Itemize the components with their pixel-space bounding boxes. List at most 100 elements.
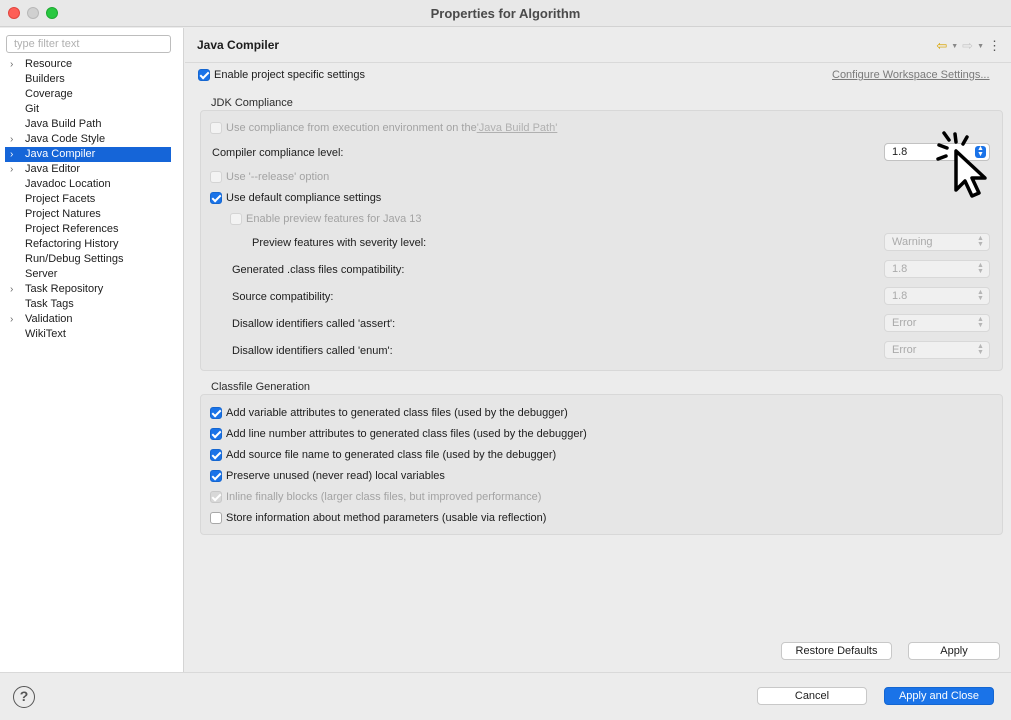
option-checkbox[interactable] (210, 449, 222, 461)
click-cursor-icon (936, 131, 987, 198)
sidebar-item[interactable]: Javadoc Location (0, 177, 184, 192)
use-release-label: Use '--release' option (226, 171, 330, 183)
chevron-right-icon[interactable]: › (10, 282, 13, 297)
use-release-row: Use '--release' option (210, 171, 329, 183)
option-checkbox[interactable] (210, 407, 222, 419)
sidebar-item-label: Java Editor (25, 163, 81, 175)
chevron-right-icon[interactable]: › (10, 162, 13, 177)
classfile-option[interactable]: Store information about method parameter… (210, 512, 546, 524)
footer-divider (0, 672, 1011, 673)
sidebar-item-label: Builders (25, 73, 65, 85)
sidebar-item-label: Javadoc Location (25, 178, 111, 190)
option-label: Add line number attributes to generated … (226, 428, 587, 440)
help-icon[interactable]: ? (13, 686, 35, 708)
compliance-level-label: Compiler compliance level: (212, 147, 344, 159)
enable-project-label: Enable project specific settings (214, 69, 366, 81)
property-tree: › Resource Builders Coverage Git Java Build P… (0, 57, 184, 342)
forward-dropdown-icon[interactable]: ▼ (977, 43, 984, 50)
sidebar-item[interactable]: Project Facets (0, 192, 184, 207)
sidebar-item[interactable]: Builders (0, 72, 184, 87)
sidebar-item[interactable]: › Task Repository (0, 282, 184, 297)
back-dropdown-icon[interactable]: ▼ (951, 43, 958, 50)
filter-input[interactable] (6, 35, 171, 53)
sidebar-item[interactable]: › Java Compiler (5, 147, 171, 162)
source-compat-label: Source compatibility: (232, 291, 334, 303)
chevron-updown-icon: ▲ ▼ (977, 235, 984, 248)
restore-defaults-button[interactable]: Restore Defaults (781, 642, 892, 660)
enable-preview-checkbox[interactable] (230, 213, 242, 225)
generated-class-select[interactable]: 1.8 ▲ ▼ (884, 260, 990, 278)
chevron-updown-icon: ▲ ▼ (977, 289, 984, 302)
sidebar-item[interactable]: Server (0, 267, 184, 282)
sidebar-item[interactable]: › Resource (0, 57, 184, 72)
forward-arrow-icon[interactable]: ⇨ (962, 38, 973, 54)
sidebar-item[interactable]: Project Natures (0, 207, 184, 222)
preview-severity-select[interactable]: Warning ▲ ▼ (884, 233, 990, 251)
sidebar-item[interactable]: Coverage (0, 87, 184, 102)
enable-project-settings[interactable]: Enable project specific settings (198, 69, 365, 81)
source-compat-select[interactable]: 1.8 ▲ ▼ (884, 287, 990, 305)
generated-class-value: 1.8 (892, 263, 908, 275)
sidebar-item-label: Project References (25, 223, 119, 235)
assert-value: Error (892, 317, 917, 329)
compliance-level-value: 1.8 (892, 146, 908, 158)
classfile-option[interactable]: Add source file name to generated class … (210, 449, 556, 461)
sidebar-item-label: Refactoring History (25, 238, 119, 250)
preview-severity-label: Preview features with severity level: (252, 237, 427, 249)
chevron-right-icon[interactable]: › (10, 132, 13, 147)
use-default-row[interactable]: Use default compliance settings (210, 192, 381, 204)
use-default-checkbox[interactable] (210, 192, 222, 204)
preview-severity-value: Warning (892, 236, 933, 248)
use-compliance-row: Use compliance from execution environmen… (210, 122, 557, 134)
enable-project-checkbox[interactable] (198, 69, 210, 81)
sidebar-item[interactable]: Java Build Path (0, 117, 184, 132)
sidebar-item-label: Java Build Path (25, 118, 102, 130)
chevron-right-icon[interactable]: › (10, 312, 13, 327)
chevron-right-icon[interactable]: › (10, 57, 13, 72)
sidebar-item[interactable]: WikiText (0, 327, 184, 342)
java-build-path-link[interactable]: 'Java Build Path' (477, 122, 558, 134)
window-title: Properties for Algorithm (430, 6, 581, 21)
classfile-option[interactable]: Inline finally blocks (larger class file… (210, 491, 541, 503)
use-compliance-label: Use compliance from execution environmen… (226, 122, 477, 134)
sidebar-item[interactable]: Git (0, 102, 184, 117)
sidebar-item[interactable]: › Java Editor (0, 162, 184, 177)
enum-select[interactable]: Error ▲ ▼ (884, 341, 990, 359)
source-compat-value: 1.8 (892, 290, 908, 302)
sidebar-item[interactable]: Task Tags (0, 297, 184, 312)
option-checkbox[interactable] (210, 512, 222, 524)
option-checkbox[interactable] (210, 470, 222, 482)
sidebar-item-label: Java Compiler (25, 148, 96, 160)
sidebar-item[interactable]: › Java Code Style (0, 132, 184, 147)
sidebar: › Resource Builders Coverage Git Java Build P… (0, 28, 184, 672)
assert-label: Disallow identifiers called 'assert': (232, 318, 396, 330)
option-checkbox[interactable] (210, 428, 222, 440)
sidebar-item[interactable]: Refactoring History (0, 237, 184, 252)
main-panel: Java Compiler ⇦ ▼ ⇨ ▼ ⋮ Enable project s… (185, 28, 1011, 672)
back-arrow-icon[interactable]: ⇦ (936, 38, 947, 54)
sidebar-item-label: Project Facets (25, 193, 96, 205)
classfile-option[interactable]: Add variable attributes to generated cla… (210, 407, 568, 419)
classfile-generation-title: Classfile Generation (211, 381, 311, 393)
enable-preview-label: Enable preview features for Java 13 (246, 213, 422, 225)
sidebar-item-label: Coverage (25, 88, 73, 100)
option-checkbox[interactable] (210, 491, 222, 503)
sidebar-item[interactable]: Run/Debug Settings (0, 252, 184, 267)
view-menu-icon[interactable]: ⋮ (988, 38, 1001, 54)
apply-button[interactable]: Apply (908, 642, 1000, 660)
assert-select[interactable]: Error ▲ ▼ (884, 314, 990, 332)
configure-workspace-link[interactable]: Configure Workspace Settings... (832, 69, 990, 81)
sidebar-item-label: Server (25, 268, 58, 280)
apply-and-close-button[interactable]: Apply and Close (884, 687, 994, 705)
sidebar-item-label: WikiText (25, 328, 66, 340)
use-release-checkbox[interactable] (210, 171, 222, 183)
classfile-option[interactable]: Preserve unused (never read) local varia… (210, 470, 445, 482)
sidebar-item[interactable]: › Validation (0, 312, 184, 327)
enum-label: Disallow identifiers called 'enum': (232, 345, 393, 357)
option-label: Add source file name to generated class … (226, 449, 557, 461)
cancel-button[interactable]: Cancel (757, 687, 867, 705)
classfile-option[interactable]: Add line number attributes to generated … (210, 428, 587, 440)
use-compliance-checkbox[interactable] (210, 122, 222, 134)
chevron-right-icon[interactable]: › (10, 147, 13, 162)
sidebar-item[interactable]: Project References (0, 222, 184, 237)
